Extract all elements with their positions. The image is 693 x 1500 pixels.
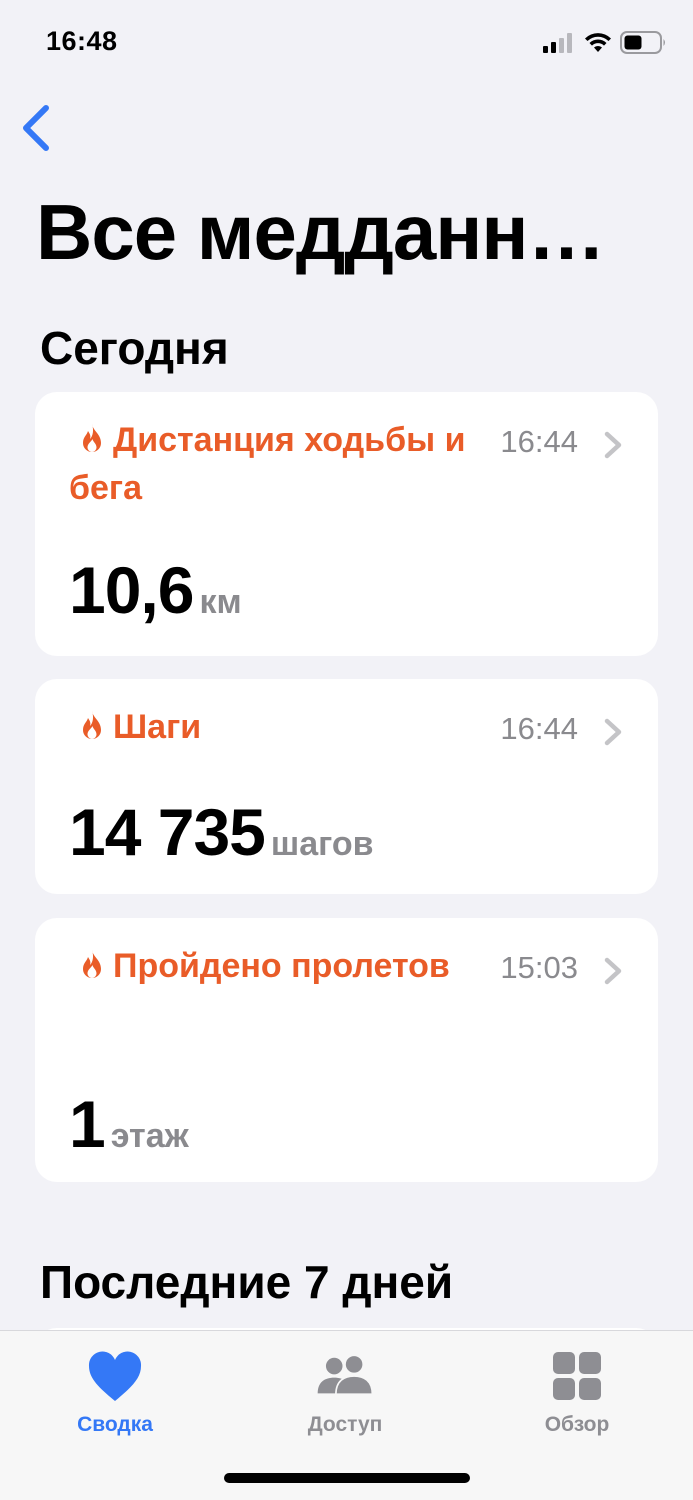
grid-icon	[553, 1352, 601, 1400]
tab-browse[interactable]: Обзор	[487, 1331, 667, 1451]
card-value: 1 этаж	[69, 1086, 189, 1162]
card-time: 16:44	[500, 424, 578, 459]
wifi-icon	[585, 33, 611, 52]
value-number: 14 735	[69, 795, 266, 869]
card-label: Пройдено пролетов	[69, 947, 450, 985]
value-number: 1	[69, 1087, 106, 1161]
section-title-today: Сегодня	[40, 322, 229, 374]
fire-icon	[83, 950, 101, 978]
card-header: Пройдено пролетов	[69, 942, 499, 990]
card-header: Дистанция ходьбы и бега	[69, 416, 499, 512]
card-label-text: Шаги	[113, 708, 202, 746]
home-indicator	[224, 1473, 470, 1483]
fire-icon	[83, 711, 101, 739]
tab-label: Сводка	[77, 1413, 153, 1436]
tab-label: Обзор	[544, 1413, 610, 1436]
card-time: 15:03	[500, 950, 578, 985]
value-unit: шагов	[270, 825, 374, 863]
card-label: Шаги	[69, 708, 201, 746]
status-time: 16:48	[46, 26, 118, 56]
heart-icon	[88, 1351, 142, 1401]
card-header: Шаги	[69, 703, 499, 751]
value-number: 10,6	[69, 553, 194, 627]
card-value: 14 735 шагов	[69, 794, 374, 870]
tab-summary[interactable]: Сводка	[25, 1331, 205, 1451]
chevron-right-icon	[604, 957, 622, 985]
status-bar: 16:48	[0, 0, 693, 88]
value-unit: км	[199, 583, 242, 621]
section-title-last-7-days: Последние 7 дней	[40, 1256, 454, 1308]
card-steps[interactable]: Шаги 16:44 14 735 шагов	[35, 679, 658, 894]
people-icon	[317, 1354, 374, 1396]
chevron-right-icon	[604, 718, 622, 746]
card-walking-distance[interactable]: Дистанция ходьбы и бега 16:44 10,6 км	[35, 392, 658, 656]
chevron-right-icon	[604, 431, 622, 459]
card-value: 10,6 км	[69, 552, 242, 628]
battery-icon	[620, 31, 665, 54]
card-flights-climbed[interactable]: Пройдено пролетов 15:03 1 этаж	[35, 918, 658, 1182]
tab-sharing[interactable]: Доступ	[255, 1331, 435, 1451]
value-unit: этаж	[110, 1117, 189, 1155]
card-time: 16:44	[500, 711, 578, 746]
fire-icon	[83, 424, 101, 452]
card-label: Дистанция ходьбы и бега	[69, 421, 465, 507]
card-label-text: Пройдено пролетов	[113, 947, 450, 985]
signal-icon	[543, 33, 572, 53]
card-label-text: Дистанция ходьбы и бега	[69, 421, 466, 507]
back-button[interactable]	[16, 102, 56, 154]
tab-label: Доступ	[307, 1413, 383, 1436]
page-title: Все меддан­н…	[36, 188, 605, 276]
